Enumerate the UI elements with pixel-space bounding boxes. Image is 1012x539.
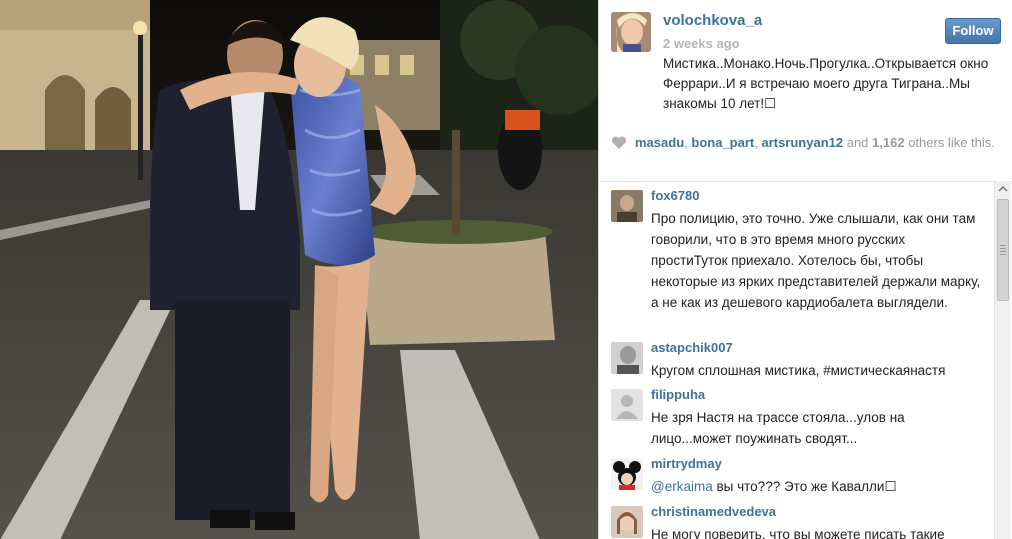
comment-text: Не могу поверить, что вы можете писать т… — [651, 527, 945, 539]
likes-summary: masadu, bona_part, artsrunyan12 and 1,16… — [611, 134, 995, 174]
follow-button[interactable]: Follow — [945, 18, 1001, 44]
comments-scrollbar[interactable] — [994, 181, 1011, 539]
comment-text: @erkaima вы что??? Это же Кавалли☐ — [651, 476, 981, 497]
liker-link[interactable]: bona_part — [691, 135, 754, 150]
comment-text: Про полицию, это точно. Уже слышали, как… — [651, 211, 981, 310]
likes-and: and — [843, 135, 873, 150]
comment-text: Кругом сплошная мистика, #мистическаянас… — [651, 363, 946, 378]
liker-link[interactable]: masadu — [635, 135, 684, 150]
heart-icon[interactable] — [611, 136, 627, 150]
mention-link[interactable]: @erkaima — [651, 479, 713, 494]
post-username[interactable]: volochkova_a — [663, 12, 762, 29]
comments-list: fox6780 Про полицию, это точно. Уже слыш… — [611, 190, 983, 539]
user-avatar[interactable] — [611, 12, 651, 52]
likes-suffix: others like this. — [904, 135, 995, 150]
comment-username[interactable]: christinamedvedeva — [651, 504, 776, 519]
comment-username[interactable]: filippuha — [651, 387, 705, 402]
post-timestamp[interactable]: 2 weeks ago — [663, 36, 740, 51]
likes-text: masadu, bona_part, artsrunyan12 and 1,16… — [635, 134, 995, 151]
comment-text-body: вы что??? Это же Кавалли☐ — [712, 479, 897, 494]
post-sidebar: volochkova_a 2 weeks ago Follow Мистика.… — [598, 0, 1012, 539]
post-header: volochkova_a 2 weeks ago Follow Мистика.… — [611, 12, 1001, 120]
comment-username[interactable]: fox6780 — [651, 190, 699, 203]
commenter-avatar[interactable] — [611, 190, 643, 222]
comment-username[interactable]: mirtrydmay — [651, 456, 722, 471]
post-caption: Мистика..Монако.Ночь.Прогулка..Открывает… — [663, 56, 989, 111]
liker-link[interactable]: artsrunyan12 — [761, 135, 843, 150]
commenter-avatar[interactable] — [611, 458, 643, 490]
commenter-avatar[interactable] — [611, 506, 643, 538]
commenter-avatar[interactable] — [611, 342, 643, 374]
default-avatar-icon[interactable] — [611, 389, 643, 421]
post-photo[interactable] — [0, 0, 598, 539]
chevron-up-icon[interactable] — [995, 181, 1011, 197]
likes-count[interactable]: 1,162 — [872, 135, 905, 150]
divider — [599, 181, 1012, 182]
comment-text: Не зря Настя на трассе стояла...улов на … — [651, 410, 905, 446]
scrollbar-grip — [1000, 245, 1006, 255]
comment-username[interactable]: astapchik007 — [651, 340, 733, 355]
scrollbar-thumb[interactable] — [997, 199, 1009, 301]
